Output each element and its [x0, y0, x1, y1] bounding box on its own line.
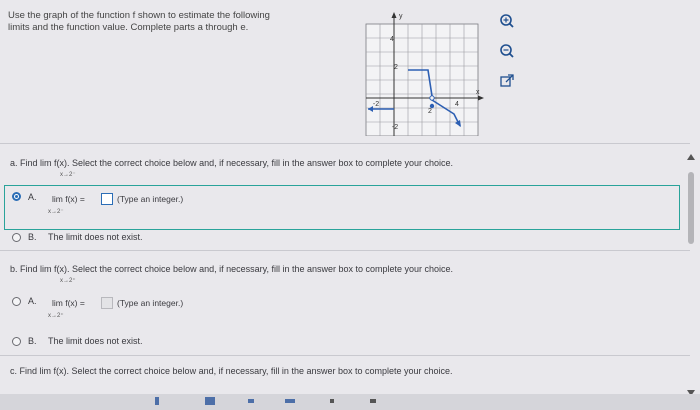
tick-y-4: 4: [390, 36, 394, 43]
zoom-out-icon[interactable]: [498, 42, 516, 60]
tick-y-2: 2: [394, 64, 398, 71]
part-a-option-a-letter: A.: [28, 192, 37, 202]
palette-button-abs[interactable]: [330, 399, 334, 403]
problem-intro: Use the graph of the function f shown to…: [8, 10, 328, 34]
palette-button-more[interactable]: [370, 399, 376, 403]
scrollbar-thumb[interactable]: [688, 172, 694, 244]
part-a-question: a. Find lim f(x). Select the correct cho…: [10, 158, 454, 168]
tick-y-neg2: -2: [392, 124, 398, 131]
zoom-in-icon[interactable]: [498, 12, 516, 30]
part-b-option-b-letter: B.: [28, 336, 37, 346]
palette-button-exponent[interactable]: [248, 399, 254, 403]
part-b-option-b-text[interactable]: The limit does not exist.: [48, 336, 143, 346]
part-b-option-a-hint: (Type an integer.): [117, 298, 184, 308]
palette-button-mixed[interactable]: [205, 397, 215, 405]
part-a-option-b-text[interactable]: The limit does not exist.: [48, 232, 143, 242]
part-a-option-b-letter: B.: [28, 232, 37, 242]
intro-line-1: Use the graph of the function f shown to…: [8, 10, 270, 21]
part-a-option-a-hint: (Type an integer.): [117, 194, 184, 204]
palette-button-fraction[interactable]: [155, 397, 159, 405]
part-b-answer-input[interactable]: [101, 297, 113, 309]
open-external-icon[interactable]: [498, 72, 516, 90]
part-b-question: b. Find lim f(x). Select the correct cho…: [10, 264, 454, 274]
tick-x-neg2: -2: [373, 101, 379, 108]
part-divider-2: [0, 355, 690, 356]
section-divider: [0, 143, 690, 144]
part-b-option-a-radio[interactable]: [12, 297, 21, 306]
part-c-question: c. Find lim f(x). Select the correct cho…: [10, 366, 453, 376]
part-divider: [0, 250, 690, 251]
math-palette-toolbar: [0, 394, 700, 410]
part-a-limit-subscript: x→2⁻: [60, 172, 76, 178]
part-b-option-b-radio[interactable]: [12, 337, 21, 346]
part-b-option-a-letter: A.: [28, 296, 37, 306]
part-a-option-a-text: lim f(x) =: [52, 194, 85, 204]
part-b-option-a-subscript: x→2⁺: [48, 313, 64, 319]
part-a-answer-input[interactable]: [101, 193, 113, 205]
intro-line-2: limits and the function value. Complete …: [8, 22, 249, 33]
tick-x-2: 2: [428, 108, 432, 115]
part-a-option-a-radio[interactable]: [12, 192, 21, 201]
part-a-option-a-subscript: x→2⁻: [48, 209, 64, 215]
y-axis-label: y: [399, 13, 403, 20]
part-b-option-a-text: lim f(x) =: [52, 298, 85, 308]
part-a-option-b-radio[interactable]: [12, 233, 21, 242]
part-a-option-a-selected[interactable]: [4, 185, 680, 230]
tick-x-4: 4: [455, 101, 459, 108]
function-graph: y x 4 2 -2 -2 2 4: [365, 12, 484, 136]
palette-button-root[interactable]: [285, 399, 295, 403]
x-axis-label: x: [476, 89, 480, 96]
part-b-limit-subscript: x→2⁺: [60, 278, 76, 284]
